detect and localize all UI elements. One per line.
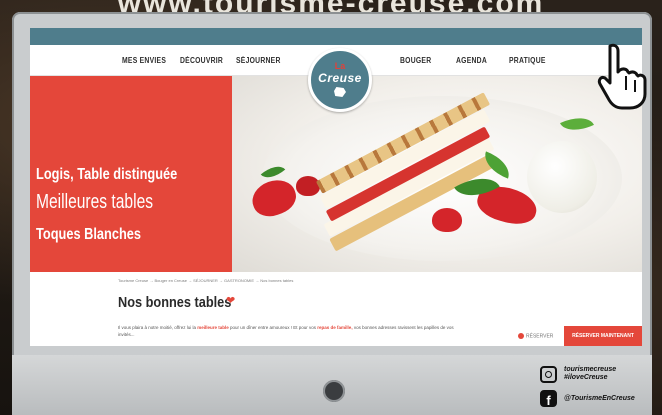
hero-link-meilleures-tables[interactable]: Meilleures tables (36, 191, 153, 214)
ice-cream-scoop-image (527, 141, 597, 213)
nav-item-decouvrir[interactable]: DÉCOUVRIR (180, 56, 223, 65)
power-button-icon (323, 380, 345, 402)
reserve-dot-icon (518, 333, 524, 339)
hand-pointer-icon (597, 43, 647, 110)
intro-highlight: meilleure table (197, 325, 229, 330)
intro-text: Il vous plaira à notre moitié, offrez lu… (118, 324, 468, 338)
strawberry-image (432, 208, 462, 232)
hero-link-logis[interactable]: Logis, Table distinguée (36, 166, 177, 184)
breadcrumb[interactable]: Tourisme Creuse → Bouger en Creuse → SÉJ… (118, 278, 293, 283)
instagram-icon (540, 366, 557, 383)
site-logo[interactable]: La Creuse (308, 48, 372, 112)
intro-part: pour un dîner entre amoureux ! Et pour v… (228, 325, 318, 330)
reserve-label: RÉSERVER (526, 333, 554, 340)
nav-item-bouger[interactable]: BOUGER (400, 56, 431, 65)
reserve-link[interactable]: RÉSERVER (518, 333, 553, 339)
nav-item-pratique[interactable]: PRATIQUE (509, 56, 546, 65)
logo-name: Creuse (318, 71, 362, 85)
instagram-account: tourismecreuse (564, 366, 617, 373)
intro-highlight: repas de famille, (317, 325, 353, 330)
instagram-handle: tourismecreuse #iloveCreuse (564, 366, 616, 382)
website-screen: MES ENVIES DÉCOUVRIR SÉJOURNER BOUGER AG… (30, 28, 642, 346)
instagram-hashtag: #iloveCreuse (564, 374, 608, 381)
facebook-handle: @TourismeEnCreuse (564, 395, 635, 402)
france-map-icon (334, 87, 346, 97)
hero-menu-panel: Logis, Table distinguée Meilleures table… (30, 76, 232, 272)
reserve-now-button[interactable]: RÉSERVER MAINTENANT (564, 326, 642, 346)
nav-item-agenda[interactable]: AGENDA (456, 56, 487, 65)
logo-prefix: La (334, 61, 346, 71)
page-title: Nos bonnes tables (118, 294, 232, 311)
strawberry-image (296, 176, 320, 196)
dessert-photo (232, 76, 642, 272)
nav-item-mes-envies[interactable]: MES ENVIES (122, 56, 166, 65)
facebook-icon: f (540, 390, 557, 408)
intro-part: Il vous plaira à notre moitié, offrez lu… (118, 325, 198, 330)
page-content: Tourisme Creuse → Bouger en Creuse → SÉJ… (30, 272, 642, 346)
heart-icon: ❤ (226, 295, 236, 307)
hero-link-toques-blanches[interactable]: Toques Blanches (36, 226, 141, 244)
site-top-bar (30, 28, 642, 45)
nav-item-sejourner[interactable]: SÉJOURNER (236, 56, 281, 65)
